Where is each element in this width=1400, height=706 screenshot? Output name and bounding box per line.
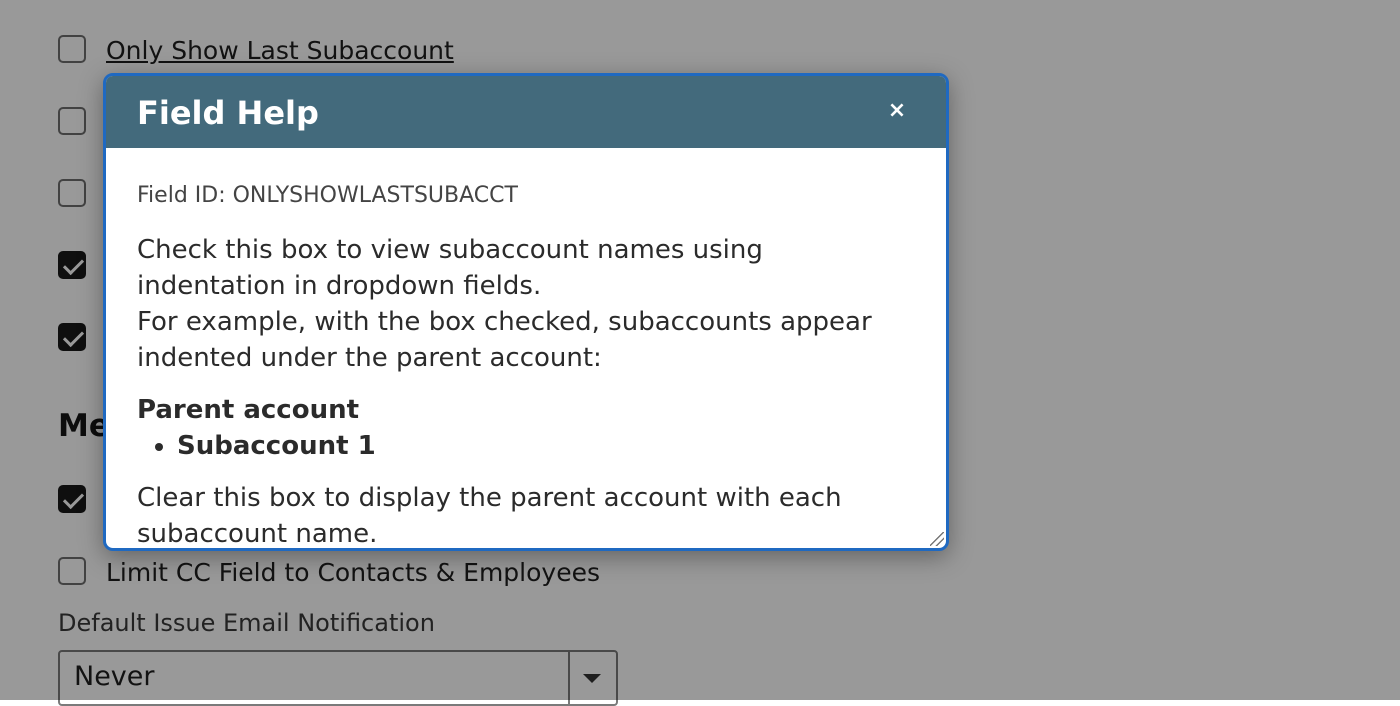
help-paragraph-2: Clear this box to display the parent acc…	[137, 483, 842, 548]
dialog-title: Field Help	[137, 94, 319, 132]
example-parent-account: Parent account	[137, 395, 360, 425]
help-paragraph-1b: For example, with the box checked, subac…	[137, 307, 872, 373]
help-paragraph-1: Check this box to view subaccount names …	[137, 235, 763, 301]
resize-handle[interactable]	[930, 532, 944, 546]
close-icon: ×	[887, 98, 907, 123]
example-list: Subaccount 1	[137, 428, 916, 464]
close-button[interactable]: ×	[882, 96, 912, 126]
field-id: Field ID: ONLYSHOWLASTSUBACCT	[137, 183, 518, 208]
dialog-body[interactable]: Field ID: ONLYSHOWLASTSUBACCT Check this…	[106, 148, 946, 548]
field-help-dialog: Field Help × Field ID: ONLYSHOWLASTSUBAC…	[103, 73, 949, 551]
example-subaccount: Subaccount 1	[177, 428, 916, 464]
dialog-header: Field Help ×	[106, 76, 946, 150]
